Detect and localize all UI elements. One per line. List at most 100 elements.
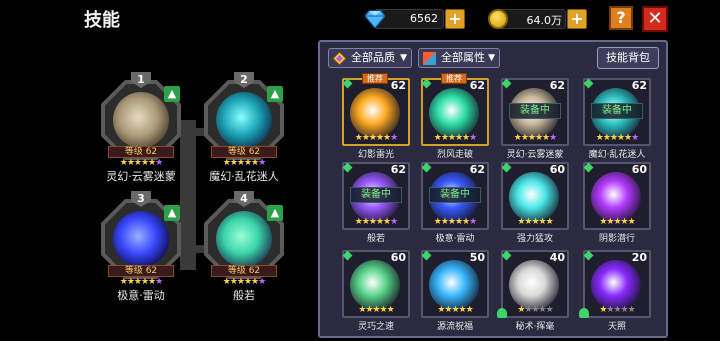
- star-rating: ★★★★★: [599, 217, 635, 227]
- card-skill-name: 强力猛攻: [516, 234, 553, 244]
- skill-icon: [113, 92, 169, 148]
- recommended-badge: 推荐: [441, 73, 467, 84]
- ghost-icon: [579, 308, 589, 318]
- ghost-icon: [497, 308, 507, 318]
- card-level: 62: [631, 79, 647, 92]
- skill-bag-button[interactable]: 技能背包: [597, 47, 659, 69]
- skill-slot-4[interactable]: 4 ▲ 等级 62 ★★★★★★ 般若: [199, 191, 289, 302]
- skill-card[interactable]: 62 装备中 ★★★★★★ 魔幻·乱花迷人: [583, 78, 651, 162]
- card-level: 60: [549, 163, 565, 176]
- chevron-down-icon: ▼: [488, 53, 495, 63]
- star-rating: ★★★★★★: [433, 133, 477, 143]
- diamond-icon: [365, 10, 385, 28]
- quality-filter-dropdown[interactable]: 全部品质 ▼: [328, 48, 412, 68]
- skill-slot-2[interactable]: 2 ▲ 等级 62 ★★★★★★ 魔幻·乱花迷人: [199, 72, 289, 183]
- card-level: 62: [469, 79, 485, 92]
- skill-card[interactable]: 62 推荐 ★★★★★★ 烈风走破: [421, 73, 489, 162]
- slot-skill-name: 灵幻·云雾迷蒙: [106, 170, 176, 183]
- star-rating: ★★★★★: [437, 305, 473, 315]
- card-level: 60: [631, 163, 647, 176]
- skill-card[interactable]: 62 装备中 ★★★★★★ 灵幻·云雾迷蒙: [501, 78, 569, 162]
- skill-card[interactable]: 20 ★★★★★ 天照: [579, 250, 651, 334]
- attribute-icon: [423, 52, 436, 65]
- add-coins-button[interactable]: +: [567, 9, 587, 29]
- skill-icon: [350, 88, 400, 138]
- card-skill-name: 灵幻·云雾迷蒙: [506, 150, 564, 160]
- chevron-down-icon: ▼: [400, 53, 407, 63]
- card-level: 50: [469, 251, 485, 264]
- slot-level: 等级 62: [211, 265, 277, 277]
- card-skill-name: 般若: [366, 234, 385, 244]
- card-skill-name: 秘术·挥毫: [515, 322, 555, 332]
- card-skill-name: 灵巧之速: [357, 322, 394, 332]
- star-rating: ★★★★★★: [119, 277, 163, 287]
- card-skill-name: 幻影雷光: [357, 150, 394, 160]
- skill-inventory-panel: 全部品质 ▼ 全部属性 ▼ 技能背包 62 推荐 ★★★★★★ 幻影雷光 62 推荐 ★★★…: [318, 40, 668, 338]
- slot-level: 等级 62: [108, 265, 174, 277]
- skill-slot-3[interactable]: 3 ▲ 等级 62 ★★★★★★ 极意·雷动: [96, 191, 186, 302]
- slot-skill-name: 般若: [233, 289, 255, 302]
- recommended-badge: 推荐: [362, 73, 388, 84]
- card-skill-name: 阴影潜行: [598, 234, 635, 244]
- card-level: 62: [390, 79, 406, 92]
- slot-level: 等级 62: [211, 146, 277, 158]
- equipped-badge: 装备中: [429, 187, 481, 203]
- skill-icon: [509, 260, 559, 310]
- coin-icon: [488, 9, 508, 29]
- card-level: 20: [631, 251, 647, 264]
- skill-card[interactable]: 62 装备中 ★★★★★★ 般若: [342, 162, 410, 246]
- star-rating: ★★★★★★: [119, 158, 163, 168]
- skill-icon: [216, 92, 272, 148]
- card-level: 62: [469, 163, 485, 176]
- slot-skill-name: 极意·雷动: [117, 289, 165, 302]
- star-rating: ★★★★★: [517, 217, 553, 227]
- skill-icon: [509, 172, 559, 222]
- skill-icon: [429, 260, 479, 310]
- add-gems-button[interactable]: +: [445, 9, 465, 29]
- upgrade-icon[interactable]: ▲: [267, 86, 283, 102]
- attribute-filter-label: 全部属性: [441, 51, 485, 64]
- close-button[interactable]: ✕: [642, 6, 668, 32]
- upgrade-icon[interactable]: ▲: [267, 205, 283, 221]
- card-level: 62: [549, 79, 565, 92]
- star-rating: ★★★★★★: [595, 133, 639, 143]
- skill-card[interactable]: 62 推荐 ★★★★★★ 幻影雷光: [342, 73, 410, 162]
- skill-card[interactable]: 60 ★★★★★ 阴影潜行: [583, 162, 651, 246]
- slot-skill-name: 魔幻·乱花迷人: [209, 170, 279, 183]
- card-skill-name: 魔幻·乱花迷人: [588, 150, 646, 160]
- skill-card[interactable]: 60 ★★★★★ 灵巧之速: [342, 250, 410, 334]
- card-skill-name: 天照: [607, 322, 626, 332]
- upgrade-icon[interactable]: ▲: [164, 86, 180, 102]
- skill-card[interactable]: 60 ★★★★★ 强力猛攻: [501, 162, 569, 246]
- skill-icon: [591, 260, 641, 310]
- card-skill-name: 烈风走破: [436, 150, 473, 160]
- star-rating: ★★★★★★: [513, 133, 557, 143]
- equipped-badge: 装备中: [591, 103, 643, 119]
- upgrade-icon[interactable]: ▲: [164, 205, 180, 221]
- gem-count: 6562: [410, 12, 438, 25]
- star-rating: ★★★★★: [517, 305, 553, 315]
- equipped-badge: 装备中: [509, 103, 561, 119]
- page-title: 技能: [84, 10, 120, 31]
- attribute-filter-dropdown[interactable]: 全部属性 ▼: [418, 48, 500, 68]
- coin-count: 64.0万: [526, 14, 563, 27]
- star-rating: ★★★★★★: [222, 277, 266, 287]
- quality-filter-label: 全部品质: [351, 51, 395, 64]
- help-button[interactable]: ?: [609, 6, 633, 30]
- skill-card[interactable]: 40 ★★★★★ 秘术·挥毫: [497, 250, 569, 334]
- equipped-badge: 装备中: [350, 187, 402, 203]
- card-level: 62: [390, 163, 406, 176]
- skill-card[interactable]: 62 装备中 ★★★★★★ 极意·雷动: [421, 162, 489, 246]
- star-rating: ★★★★★: [358, 305, 394, 315]
- slot-level: 等级 62: [108, 146, 174, 158]
- card-level: 40: [549, 251, 565, 264]
- skill-card[interactable]: 50 ★★★★★ 源流祝福: [421, 250, 489, 334]
- skill-icon: [350, 260, 400, 310]
- star-rating: ★★★★★★: [433, 217, 477, 227]
- skill-slot-1[interactable]: 1 ▲ 等级 62 ★★★★★★ 灵幻·云雾迷蒙: [96, 72, 186, 183]
- quality-icon: [333, 52, 346, 65]
- star-rating: ★★★★★★: [354, 133, 398, 143]
- star-rating: ★★★★★★: [222, 158, 266, 168]
- skill-icon: [216, 211, 272, 267]
- card-skill-name: 源流祝福: [436, 322, 473, 332]
